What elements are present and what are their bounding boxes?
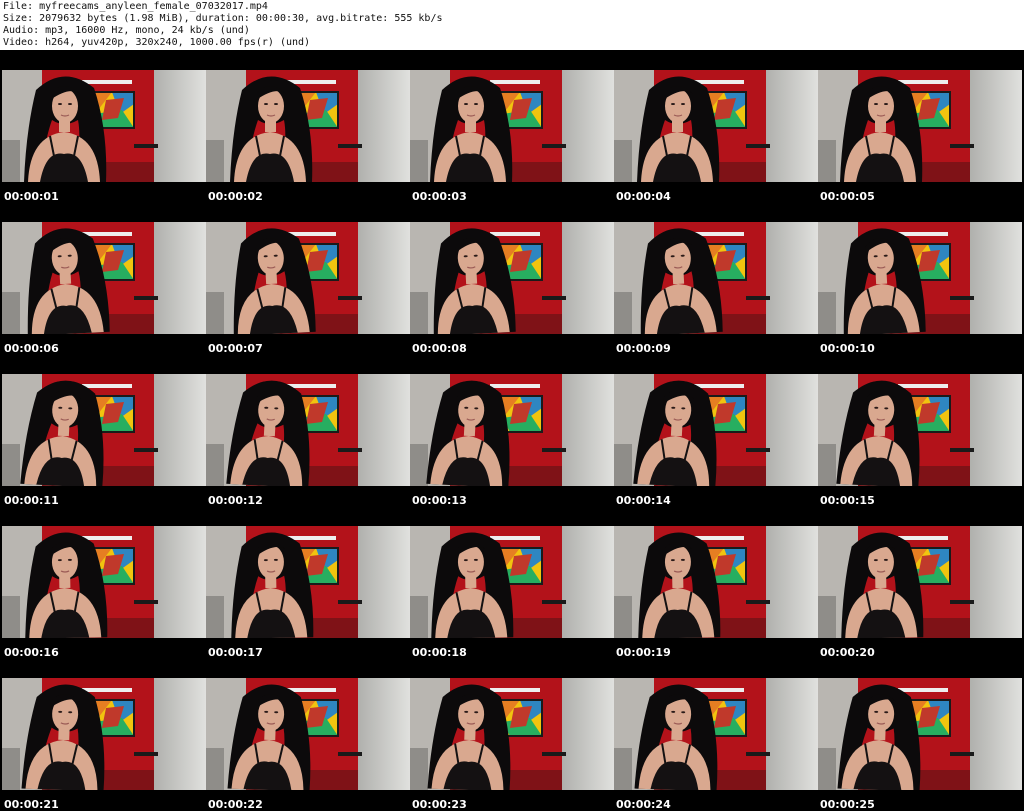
thumbnail-image [410, 222, 614, 334]
thumbnail-image [2, 374, 206, 486]
thumbnail-image [206, 374, 410, 486]
thumbnail-cell: 00:00:24 [612, 658, 818, 811]
video-frame [818, 678, 1022, 790]
thumbnail-timestamp: 00:00:24 [616, 798, 671, 811]
video-frame [410, 222, 614, 334]
video-frame [206, 222, 410, 334]
thumbnail-timestamp: 00:00:21 [4, 798, 59, 811]
thumbnail-cell: 00:00:08 [408, 202, 614, 355]
thumbnail-image [2, 70, 206, 182]
thumbnail-image [614, 70, 818, 182]
thumbnail-image [2, 678, 206, 790]
audio-info-line: Audio: mp3, 16000 Hz, mono, 24 kb/s (und… [3, 25, 250, 36]
thumbnail-cell: 00:00:14 [612, 354, 818, 507]
video-frame [2, 222, 206, 334]
thumbnail-cell: 00:00:22 [204, 658, 410, 811]
video-frame [614, 526, 818, 638]
thumbnail-cell: 00:00:01 [0, 50, 206, 203]
thumbnail-timestamp: 00:00:25 [820, 798, 875, 811]
video-frame [410, 678, 614, 790]
video-frame [818, 374, 1022, 486]
thumbnail-image [818, 70, 1022, 182]
thumbnail-cell: 00:00:21 [0, 658, 206, 811]
thumbnail-image [818, 678, 1022, 790]
thumbnail-cell: 00:00:20 [816, 506, 1022, 659]
video-frame [614, 678, 818, 790]
video-info-line: Video: h264, yuv420p, 320x240, 1000.00 f… [3, 37, 311, 48]
thumbnail-image [614, 222, 818, 334]
thumbnail-cell: 00:00:11 [0, 354, 206, 507]
thumbnail-cell: 00:00:10 [816, 202, 1022, 355]
video-frame [2, 70, 206, 182]
thumbnail-cell: 00:00:07 [204, 202, 410, 355]
thumbnail-cell: 00:00:18 [408, 506, 614, 659]
thumbnail-cell: 00:00:02 [204, 50, 410, 203]
thumbnail-cell: 00:00:15 [816, 354, 1022, 507]
video-frame [206, 526, 410, 638]
thumbnail-cell: 00:00:12 [204, 354, 410, 507]
thumbnail-image [206, 222, 410, 334]
thumbnail-image [818, 526, 1022, 638]
thumbnail-image [410, 70, 614, 182]
video-frame [614, 222, 818, 334]
thumbnail-image [818, 222, 1022, 334]
video-frame [206, 678, 410, 790]
file-size-line: Size: 2079632 bytes (1.98 MiB), duration… [3, 13, 443, 24]
thumbnail-cell: 00:00:19 [612, 506, 818, 659]
thumbnail-image [410, 374, 614, 486]
thumbnail-image [614, 678, 818, 790]
thumbnail-image [410, 678, 614, 790]
video-frame [410, 374, 614, 486]
thumbnail-cell: 00:00:09 [612, 202, 818, 355]
thumbnail-image [206, 678, 410, 790]
video-frame [614, 70, 818, 182]
video-frame [818, 222, 1022, 334]
thumbnail-image [206, 526, 410, 638]
thumbnail-cell: 00:00:03 [408, 50, 614, 203]
thumbnail-cell: 00:00:13 [408, 354, 614, 507]
thumbnail-cell: 00:00:06 [0, 202, 206, 355]
video-frame [206, 70, 410, 182]
thumbnail-image [410, 526, 614, 638]
video-frame [2, 374, 206, 486]
thumbnail-cell: 00:00:16 [0, 506, 206, 659]
thumbnail-cell: 00:00:25 [816, 658, 1022, 811]
thumbnail-timestamp: 00:00:22 [208, 798, 263, 811]
video-frame [410, 526, 614, 638]
thumbnail-image [614, 374, 818, 486]
thumbnail-image [2, 222, 206, 334]
thumbnail-cell: 00:00:04 [612, 50, 818, 203]
video-frame [410, 70, 614, 182]
thumbnail-image [614, 526, 818, 638]
video-frame [818, 526, 1022, 638]
video-frame [206, 374, 410, 486]
file-name-line: File: myfreecams_anyleen_female_07032017… [3, 1, 268, 12]
thumbnail-cell: 00:00:05 [816, 50, 1022, 203]
thumbnail-image [818, 374, 1022, 486]
video-frame [614, 374, 818, 486]
thumbnail-grid: 00:00:01 00:00:02 00:00:03 00:00:04 00:0… [0, 50, 1024, 811]
video-frame [2, 526, 206, 638]
video-frame [2, 678, 206, 790]
video-frame [818, 70, 1022, 182]
thumbnail-image [2, 526, 206, 638]
thumbnail-image [206, 70, 410, 182]
thumbnail-timestamp: 00:00:23 [412, 798, 467, 811]
thumbnail-cell: 00:00:17 [204, 506, 410, 659]
info-header: File: myfreecams_anyleen_female_07032017… [0, 0, 1024, 50]
thumbnail-cell: 00:00:23 [408, 658, 614, 811]
